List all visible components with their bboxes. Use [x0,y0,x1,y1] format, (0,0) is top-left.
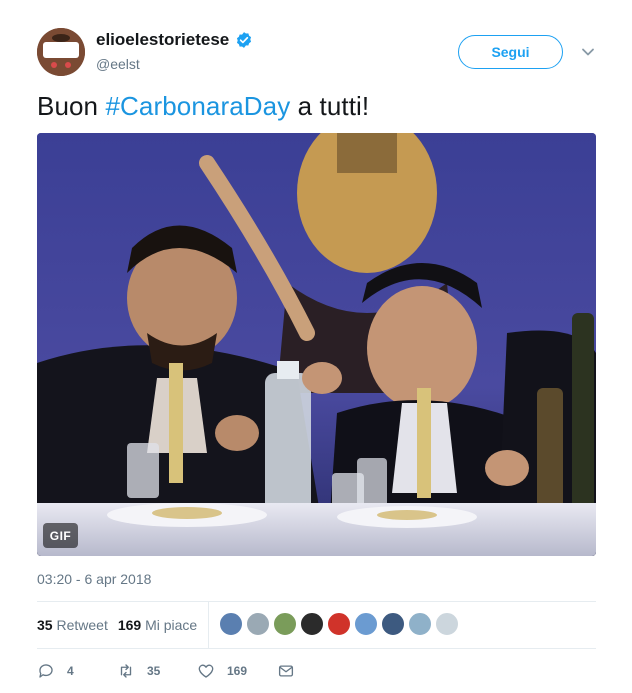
like-icon [198,664,214,678]
tweet-text-prefix: Buon [37,91,106,121]
tweet-card: LS733 elioelestorietese @eelst Segui Buo… [0,0,632,693]
like-count: 169 [227,664,248,678]
retweet-stat-count: 35 [37,617,53,633]
tweet-actions: 4 35 169 [37,659,295,683]
liker-avatar[interactable] [408,612,432,636]
retweet-count: 35 [147,664,161,678]
liker-avatar[interactable] [435,612,459,636]
tweet-stats: 35 Retweet 169 Mi piace [37,602,207,648]
like-stat[interactable]: 169 Mi piace [118,617,197,633]
liker-avatar[interactable] [381,612,405,636]
liker-avatar[interactable] [219,612,243,636]
retweet-stat[interactable]: 35 Retweet [37,617,108,633]
hashtag-link[interactable]: #CarbonaraDay [105,91,290,121]
display-name[interactable]: elioelestorietese [96,30,229,50]
reply-action[interactable]: 4 [37,662,117,680]
retweet-icon [120,664,132,678]
reply-count: 4 [67,664,74,678]
follow-button[interactable]: Segui [458,35,563,69]
reply-icon [39,664,53,678]
like-stat-label: Mi piace [145,617,198,633]
like-stat-count: 169 [117,617,142,633]
tweet-text-suffix: a tutti! [290,91,370,121]
direct-message-action[interactable] [277,662,295,680]
chevron-down-icon[interactable] [580,44,596,60]
stats-separator [208,602,209,648]
liker-avatar[interactable] [327,612,351,636]
liker-avatar[interactable] [300,612,324,636]
retweet-stat-label: Retweet [56,617,108,633]
direct-message-icon [278,665,294,677]
gif-media[interactable] [37,133,596,556]
like-action[interactable]: 169 [197,662,277,680]
user-handle[interactable]: @eelst [96,56,140,72]
avatar-text: LS733 [44,43,78,56]
liker-avatar[interactable] [246,612,270,636]
tweet-timestamp[interactable]: 03:20 - 6 apr 2018 [37,571,151,587]
tweet-text: Buon #CarbonaraDay a tutti! [37,91,369,122]
liker-avatar[interactable] [354,612,378,636]
gif-badge: GIF [43,523,78,548]
user-name-row: elioelestorietese [96,30,253,50]
retweet-action[interactable]: 35 [117,662,197,680]
gif-image [37,133,596,556]
avatar[interactable]: LS733 [37,28,85,76]
liker-avatars [219,612,459,636]
divider-bottom [37,648,596,649]
liker-avatar[interactable] [273,612,297,636]
verified-badge-icon [237,32,252,48]
